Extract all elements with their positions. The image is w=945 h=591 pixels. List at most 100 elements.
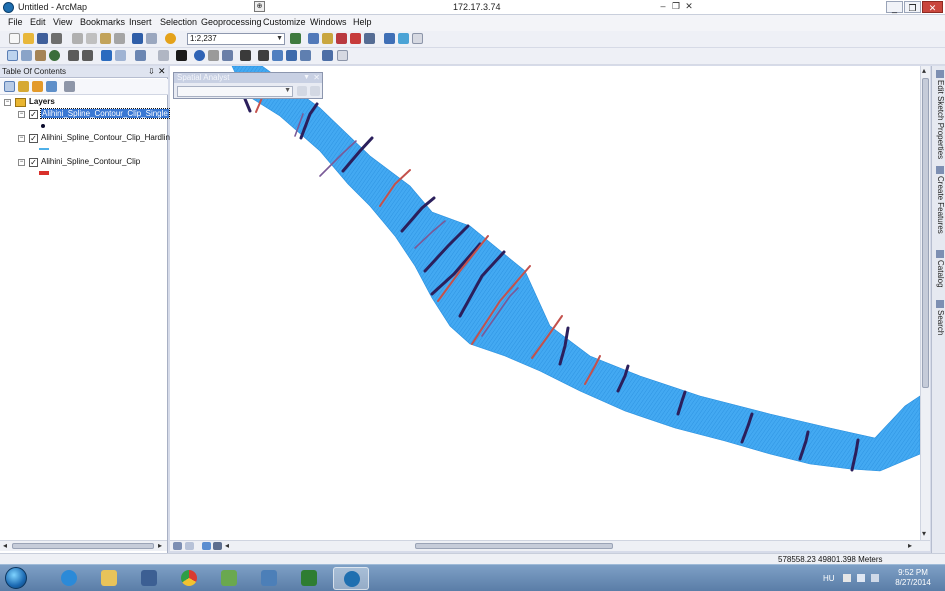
find-route-icon[interactable] [272, 50, 283, 61]
fixed-zoom-out-icon[interactable] [82, 50, 93, 61]
taskbar-chrome[interactable] [171, 567, 207, 590]
toc-close-button[interactable]: ✕ [158, 66, 166, 77]
toc-options-icon[interactable] [64, 81, 75, 92]
taskbar-arccatalog[interactable] [211, 567, 247, 590]
pause-drawing-icon[interactable] [213, 542, 222, 550]
restore-button[interactable]: ❐ [904, 1, 921, 13]
zoom-out-icon[interactable] [21, 50, 32, 61]
map-vertical-scrollbar[interactable]: ▴ ▾ [920, 66, 930, 540]
pin-icon[interactable]: ⇩ [148, 67, 155, 76]
collapse-icon[interactable]: − [18, 135, 25, 142]
collapse-icon[interactable]: − [18, 159, 25, 166]
close-icon[interactable]: ✕ [313, 73, 320, 83]
spatial-analyst-title-bar[interactable]: Spatial Analyst ▼ ✕ [174, 73, 322, 83]
list-by-drawing-order-icon[interactable] [4, 81, 15, 92]
menu-view[interactable]: View [53, 17, 72, 27]
chevron-down-icon[interactable]: ▼ [303, 73, 310, 83]
menu-bookmarks[interactable]: Bookmarks [80, 17, 125, 27]
fixed-zoom-in-icon[interactable] [68, 50, 79, 61]
contour-tool-icon[interactable] [310, 86, 320, 96]
layer-visibility-checkbox[interactable]: ✓ [29, 110, 38, 119]
river-polygon[interactable] [231, 66, 920, 472]
help-icon[interactable] [398, 33, 409, 44]
search-window-icon[interactable] [336, 33, 347, 44]
scroll-up-icon[interactable]: ▴ [922, 66, 926, 75]
dock-tab-edit-sketch[interactable]: Edit Sketch Properties [933, 70, 945, 159]
scroll-right-icon[interactable]: ▸ [908, 541, 912, 550]
layer-name[interactable]: Alihini_Spline_Contour_Clip_Hardlin [41, 133, 170, 142]
pin-icon[interactable]: ⊕ [254, 1, 265, 12]
html-popup-icon[interactable] [222, 50, 233, 61]
menu-file[interactable]: File [8, 17, 23, 27]
remote-close-button[interactable]: ✕ [683, 1, 695, 12]
taskbar-excel[interactable] [291, 567, 327, 590]
pan-icon[interactable] [35, 50, 46, 61]
point-symbol-icon[interactable] [41, 124, 45, 128]
save-icon[interactable] [37, 33, 48, 44]
collapse-icon[interactable]: − [18, 111, 25, 118]
map-scale-input[interactable]: 1:2,237 ▼ [187, 33, 285, 45]
collapse-icon[interactable]: − [4, 99, 11, 106]
taskbar-internet-explorer[interactable] [51, 567, 87, 590]
system-clock[interactable]: 9:52 PM 8/27/2014 [888, 568, 938, 588]
scroll-thumb[interactable] [922, 78, 929, 388]
taskbar-media-player[interactable] [131, 567, 167, 590]
scroll-thumb[interactable] [415, 543, 613, 549]
histogram-icon[interactable] [297, 86, 307, 96]
toolbar-options-icon[interactable] [412, 33, 423, 44]
open-folder-icon[interactable] [23, 33, 34, 44]
select-features-icon[interactable] [135, 50, 146, 61]
add-data-icon[interactable] [165, 33, 176, 44]
map-display[interactable] [170, 66, 920, 540]
menu-selection[interactable]: Selection [160, 17, 197, 27]
hyperlink-icon[interactable] [208, 50, 219, 61]
chevron-down-icon[interactable]: ▼ [276, 34, 283, 44]
data-view-icon[interactable] [185, 542, 194, 550]
scroll-thumb[interactable] [12, 543, 154, 549]
map-canvas[interactable] [170, 66, 920, 540]
zoom-in-icon[interactable] [7, 50, 18, 61]
toc-horizontal-scrollbar[interactable]: ◂ ▸ [0, 540, 167, 551]
undo-icon[interactable] [132, 33, 143, 44]
new-document-icon[interactable] [9, 33, 20, 44]
volume-icon[interactable] [871, 574, 879, 582]
show-hidden-icons-icon[interactable] [843, 574, 851, 582]
delete-icon[interactable] [114, 33, 125, 44]
table-of-contents-icon[interactable] [308, 33, 319, 44]
dock-tab-search[interactable]: Search [933, 300, 945, 335]
scroll-down-icon[interactable]: ▾ [922, 529, 926, 538]
list-by-source-icon[interactable] [18, 81, 29, 92]
scroll-right-icon[interactable]: ▸ [158, 541, 162, 550]
menu-edit[interactable]: Edit [30, 17, 46, 27]
layer-visibility-checkbox[interactable]: ✓ [29, 134, 38, 143]
print-icon[interactable] [51, 33, 62, 44]
start-button[interactable] [5, 567, 27, 589]
line-symbol-icon[interactable] [39, 148, 49, 150]
map-horizontal-scrollbar[interactable]: ◂ ▸ [170, 540, 930, 551]
full-extent-icon[interactable] [49, 50, 60, 61]
find-icon[interactable] [258, 50, 269, 61]
arctoolbox-icon[interactable] [350, 33, 361, 44]
measure-icon[interactable] [240, 50, 251, 61]
model-builder-icon[interactable] [384, 33, 395, 44]
go-to-xy-icon[interactable] [286, 50, 297, 61]
layer-name[interactable]: Alihini_Spline_Contour_Clip [41, 157, 140, 166]
layer-visibility-checkbox[interactable]: ✓ [29, 158, 38, 167]
editor-toolbar-icon[interactable] [290, 33, 301, 44]
forward-extent-icon[interactable] [115, 50, 126, 61]
paste-icon[interactable] [100, 33, 111, 44]
menu-customize[interactable]: Customize [263, 17, 306, 27]
redo-icon[interactable] [146, 33, 157, 44]
back-extent-icon[interactable] [101, 50, 112, 61]
taskbar-remote-desktop[interactable] [251, 567, 287, 590]
list-by-selection-icon[interactable] [46, 81, 57, 92]
layer-name[interactable]: Alihini_Spline_Contour_Clip_Single [40, 108, 170, 119]
identify-icon[interactable] [194, 50, 205, 61]
refresh-icon[interactable] [202, 542, 211, 550]
python-window-icon[interactable] [364, 33, 375, 44]
minimize-button[interactable]: _ [886, 1, 903, 13]
create-viewer-icon[interactable] [322, 50, 333, 61]
remote-restore-button[interactable]: ❐ [670, 1, 682, 12]
taskbar-file-explorer[interactable] [91, 567, 127, 590]
dock-tab-catalog[interactable]: Catalog [933, 250, 945, 288]
